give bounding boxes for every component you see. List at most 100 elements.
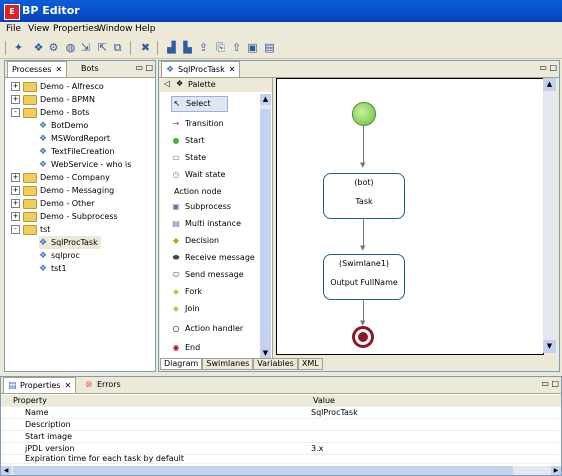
tab-processes[interactable]: Processes ✕ (7, 61, 68, 77)
palette-decision[interactable]: ◆ Decision (171, 234, 219, 248)
palette-receive-message[interactable]: ⬬ Receive message (171, 251, 255, 265)
scroll-up-icon[interactable]: ▲ (543, 78, 556, 91)
tree-item-webservice[interactable]: ❖ WebService - who is (39, 158, 131, 171)
minimize-icon[interactable]: ▭ (539, 63, 547, 72)
tree-item-textfilecreation[interactable]: ❖ TextFileCreation (39, 145, 114, 158)
open-icon[interactable]: ⎘ (214, 41, 227, 54)
tab-xml[interactable]: XML (297, 358, 323, 370)
report-icon[interactable]: ▙ (181, 41, 194, 54)
close-icon[interactable]: ✕ (64, 381, 71, 390)
expand-icon[interactable]: + (11, 186, 20, 195)
tree-item-label: SqlProcTask (51, 238, 98, 247)
tab-bots[interactable]: Bots (77, 61, 103, 76)
collapse-palette-icon[interactable]: ◁ (164, 79, 170, 88)
tree-item-demo-bpmn[interactable]: + Demo - BPMN (11, 93, 95, 106)
menu-help[interactable]: Help (135, 24, 156, 34)
new-process-icon[interactable]: ❖ (32, 41, 45, 54)
task-node-output[interactable]: (Swimlane1) Output FullName (323, 254, 405, 300)
palette-icon: ❖ (176, 79, 184, 88)
table-row[interactable]: Description (1, 419, 561, 431)
maximize-icon[interactable]: □ (549, 63, 557, 72)
tree-item-mswordreport[interactable]: ❖ MSWordReport (39, 132, 110, 145)
expand-icon[interactable]: + (11, 212, 20, 221)
tree-item-sqlproctask[interactable]: ❖ SqlProcTask (39, 236, 101, 249)
maximize-icon[interactable]: □ (551, 379, 559, 388)
chart-icon[interactable]: ▟ (165, 41, 178, 54)
scroll-down-icon[interactable]: ▼ (543, 340, 556, 353)
expand-icon[interactable]: + (11, 173, 20, 182)
palette-action-handler[interactable]: ○ Action handler (171, 322, 244, 336)
canvas-scrollbar[interactable]: ▲ ▼ (543, 78, 556, 353)
palette-state[interactable]: ▭ State (171, 151, 206, 165)
tab-properties[interactable]: ▤ Properties ✕ (3, 377, 77, 393)
tree-item-demo-subprocess[interactable]: + Demo - Subprocess (11, 210, 118, 223)
delete-icon[interactable]: ✖ (139, 41, 152, 54)
table-row[interactable]: Start image (1, 431, 561, 443)
maximize-icon[interactable]: □ (145, 63, 153, 72)
globe-icon[interactable]: ◍ (64, 41, 77, 54)
tab-errors[interactable]: ⊗ Errors (81, 377, 125, 392)
property-value[interactable]: 3.x (311, 443, 323, 454)
tab-sqlproctask[interactable]: ❖ SqlProcTask ✕ (161, 61, 241, 77)
menu-file[interactable]: File (6, 24, 21, 34)
table-row[interactable]: jPDL version 3.x (1, 443, 561, 455)
expand-icon[interactable]: + (11, 82, 20, 91)
palette-send-message[interactable]: ⬭ Send message (171, 268, 244, 282)
collapse-icon[interactable]: - (11, 225, 20, 234)
collapse-icon[interactable]: - (11, 108, 20, 117)
close-icon[interactable]: ✕ (55, 65, 62, 74)
minimize-icon[interactable]: ▭ (135, 63, 143, 72)
palette-select[interactable]: ↖ Select (171, 96, 228, 112)
save-all-icon[interactable]: ▤ (263, 41, 276, 54)
tree-item-botdemo[interactable]: ❖ BotDemo (39, 119, 88, 132)
tree-item-tst1[interactable]: ❖ tst1 (39, 262, 67, 275)
copy-icon[interactable]: ⧉ (111, 41, 124, 54)
table-row[interactable]: Expiration time for each task by default (1, 455, 561, 464)
tree-item-demo-alfresco[interactable]: + Demo - Alfresco (11, 80, 104, 93)
tree-item-sqlproc[interactable]: ❖ sqlproc (39, 249, 80, 262)
palette-start[interactable]: ● Start (171, 134, 205, 148)
transition-arrow[interactable] (363, 125, 364, 165)
upload-icon[interactable]: ⇧ (230, 41, 243, 54)
palette-scrollbar[interactable]: ▲ ▼ (260, 94, 271, 359)
diagram-canvas[interactable]: ▼ (bot) Task ▼ (Swimlane1) Output FullNa… (276, 78, 544, 355)
arrow-head-icon: ▼ (360, 244, 366, 252)
scrollbar-thumb[interactable] (260, 109, 271, 349)
tree-item-demo-bots[interactable]: - Demo - Bots (11, 106, 89, 119)
palette-end[interactable]: ◉ End (171, 341, 201, 355)
deploy-icon[interactable]: ⇪ (197, 41, 210, 54)
menu-window[interactable]: Window (97, 24, 133, 34)
export-icon[interactable]: ⇱ (96, 41, 109, 54)
minimize-icon[interactable]: ▭ (541, 379, 549, 388)
close-icon[interactable]: ✕ (229, 65, 236, 74)
start-node[interactable] (352, 102, 376, 126)
scroll-up-icon[interactable]: ▲ (260, 94, 271, 105)
end-node[interactable] (352, 326, 374, 348)
tree-item-demo-messaging[interactable]: + Demo - Messaging (11, 184, 114, 197)
expand-icon[interactable]: + (11, 95, 20, 104)
palette-transition[interactable]: → Transition (171, 117, 224, 131)
palette-join[interactable]: ◈ Join (171, 302, 200, 316)
tab-variables[interactable]: Variables (253, 358, 298, 370)
tree-item-tst[interactable]: - tst (11, 223, 50, 236)
menu-view[interactable]: View (28, 24, 49, 34)
tab-swimlanes[interactable]: Swimlanes (202, 358, 254, 370)
save-icon[interactable]: ▣ (246, 41, 259, 54)
palette-subprocess[interactable]: ▣ Subprocess (171, 200, 231, 214)
column-property: Property (13, 396, 47, 405)
palette-action-node[interactable]: Action node (174, 185, 222, 199)
bot-icon[interactable]: ⚙ (47, 41, 60, 54)
tree-item-demo-other[interactable]: + Demo - Other (11, 197, 94, 210)
task-node-bot[interactable]: (bot) Task (323, 173, 405, 219)
table-row[interactable]: Name SqlProcTask (1, 407, 561, 419)
palette-multi-instance[interactable]: ▤ Multi instance (171, 217, 241, 231)
tree-item-demo-company[interactable]: + Demo - Company (11, 171, 110, 184)
property-value[interactable]: SqlProcTask (311, 407, 358, 418)
expand-icon[interactable]: + (11, 199, 20, 208)
palette-wait-state[interactable]: ◷ Wait state (171, 168, 226, 182)
palette-fork[interactable]: ◈ Fork (171, 285, 202, 299)
tab-diagram[interactable]: Diagram (160, 358, 203, 370)
import-icon[interactable]: ⇲ (79, 41, 92, 54)
menu-properties[interactable]: Properties (53, 24, 98, 34)
new-file-icon[interactable]: ✦ (12, 41, 25, 54)
